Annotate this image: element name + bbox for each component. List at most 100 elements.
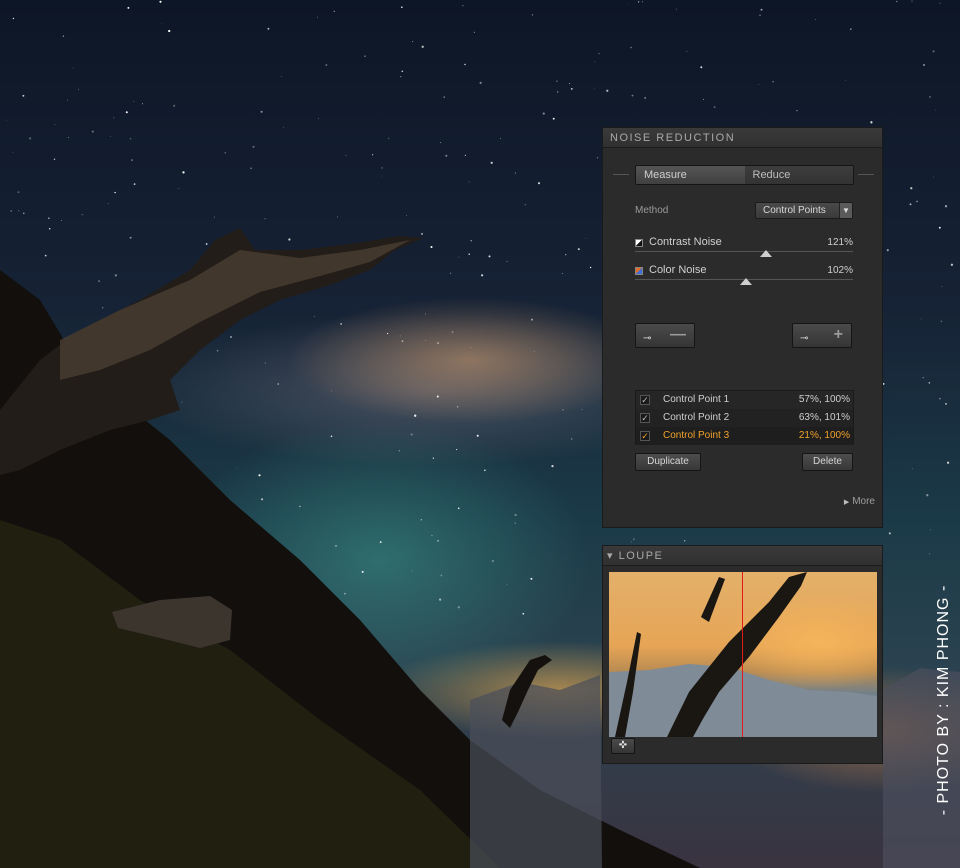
add-control-point-button[interactable]: ⊸ + — [792, 323, 852, 348]
star — [283, 127, 285, 128]
loupe-header[interactable]: ▾ LOUPE — [603, 546, 882, 566]
star — [400, 76, 402, 78]
star — [470, 347, 472, 349]
star — [456, 406, 459, 408]
star — [344, 593, 346, 595]
contrast-noise-track[interactable] — [635, 251, 853, 252]
star — [760, 8, 763, 11]
chevron-down-icon[interactable]: ▼ — [839, 203, 852, 218]
star — [911, 468, 913, 470]
color-noise-slider[interactable]: Color Noise 102% — [635, 264, 853, 288]
star — [929, 96, 931, 98]
star — [252, 145, 255, 148]
star — [53, 158, 56, 160]
collapse-arrow-icon[interactable]: ▾ — [607, 550, 614, 562]
star — [182, 171, 185, 174]
delete-button[interactable]: Delete — [802, 453, 853, 471]
star — [585, 237, 587, 239]
star — [531, 318, 533, 321]
star — [107, 203, 109, 204]
star — [552, 117, 555, 120]
star — [67, 99, 69, 101]
star — [533, 351, 535, 353]
star — [125, 111, 128, 114]
remove-control-point-button[interactable]: ⊸ — — [635, 323, 695, 348]
loupe-split-line[interactable] — [742, 572, 743, 737]
star — [345, 154, 347, 156]
list-item[interactable]: ✓ Control Point 2 63%, 101% — [636, 409, 853, 427]
star — [556, 80, 558, 82]
more-link[interactable]: ▶ More — [844, 496, 875, 507]
duplicate-button[interactable]: Duplicate — [635, 453, 701, 471]
color-noise-handle[interactable] — [740, 278, 752, 285]
star — [713, 106, 716, 109]
list-item-selected[interactable]: ✓ Control Point 3 21%, 100% — [636, 427, 853, 445]
method-select[interactable]: Control Points ▼ — [755, 202, 853, 219]
star — [939, 2, 941, 4]
star — [114, 274, 118, 277]
star — [473, 31, 475, 33]
star — [258, 474, 261, 477]
color-noise-icon — [635, 267, 643, 275]
control-point-checkbox[interactable]: ✓ — [640, 413, 650, 423]
control-point-values: 63%, 101% — [798, 412, 850, 423]
star — [127, 6, 130, 9]
star — [484, 469, 486, 472]
star — [141, 103, 144, 105]
star — [589, 266, 592, 269]
contrast-noise-value: 121% — [827, 237, 853, 248]
loupe-title: LOUPE — [618, 550, 664, 562]
star — [12, 151, 14, 153]
star — [178, 188, 180, 189]
star — [888, 532, 891, 535]
star — [364, 55, 366, 57]
star — [325, 64, 328, 66]
star — [288, 238, 291, 241]
star — [280, 76, 282, 78]
star — [684, 540, 686, 542]
star — [425, 313, 426, 315]
star — [932, 50, 935, 53]
star — [470, 240, 472, 242]
star — [530, 577, 533, 580]
star — [412, 41, 414, 43]
star — [926, 494, 929, 497]
star — [333, 10, 335, 12]
method-label: Method — [635, 205, 669, 216]
star — [260, 110, 263, 113]
star — [468, 181, 470, 183]
star — [205, 243, 208, 245]
star — [261, 498, 264, 501]
star — [102, 307, 104, 309]
contrast-noise-handle[interactable] — [760, 250, 772, 257]
loupe-preview[interactable] — [609, 572, 877, 737]
tab-reduce[interactable]: Reduce — [744, 166, 853, 184]
star — [436, 341, 440, 345]
star — [950, 263, 954, 266]
star — [641, 1, 643, 3]
star — [159, 0, 162, 3]
loupe-pin-button[interactable]: ✜ — [611, 738, 635, 754]
star — [562, 409, 564, 411]
star — [72, 67, 74, 69]
star — [537, 182, 541, 185]
photo-credit: - PHOTO BY : KIM PHONG - — [935, 584, 952, 816]
star — [236, 467, 238, 469]
star — [870, 121, 873, 124]
loupe-twig — [701, 577, 725, 622]
star — [594, 88, 596, 89]
list-item[interactable]: ✓ Control Point 1 57%, 100% — [636, 391, 853, 409]
tab-measure[interactable]: Measure — [636, 166, 745, 184]
color-noise-value: 102% — [827, 265, 853, 276]
control-point-checkbox[interactable]: ✓ — [640, 431, 650, 441]
star — [491, 559, 495, 563]
star — [22, 94, 25, 97]
contrast-noise-slider[interactable]: Contrast Noise 121% — [635, 236, 853, 260]
star — [224, 152, 226, 154]
star — [173, 104, 176, 107]
star — [10, 209, 13, 212]
star — [60, 219, 63, 222]
control-point-checkbox[interactable]: ✓ — [640, 395, 650, 405]
noise-reduction-panel: NOISE REDUCTION Measure Reduce Method Co… — [602, 127, 883, 528]
star — [440, 142, 442, 144]
